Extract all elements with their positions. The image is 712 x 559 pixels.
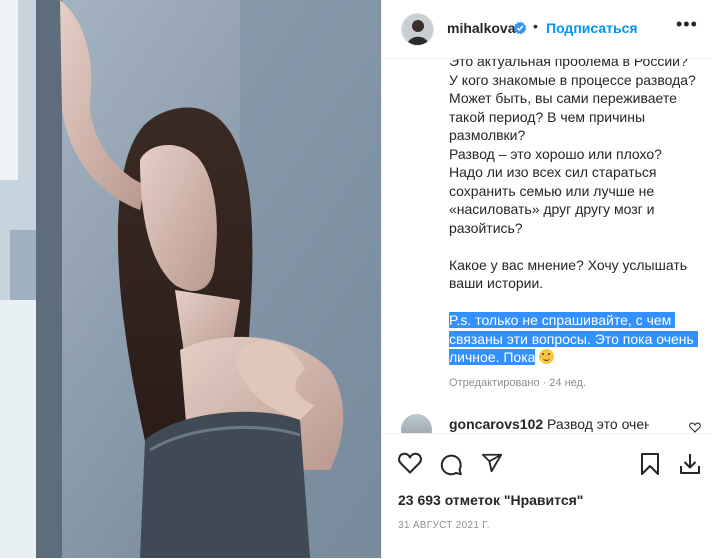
caption-selected-text: P.s. только не спрашивайте, с чем связан… (449, 312, 698, 365)
comment: goncarovs102 Развод это очень (449, 416, 649, 432)
heart-icon[interactable] (398, 452, 422, 474)
post-header: mihalkova • Подписаться ••• (382, 0, 712, 59)
likes-count[interactable]: 23 693 отметок "Нравится" (398, 492, 583, 508)
download-icon[interactable] (679, 452, 701, 476)
comment-icon[interactable] (439, 452, 463, 476)
post-photo[interactable] (0, 0, 381, 558)
comment-text: Развод это очень (543, 416, 649, 432)
caption-text: Это актуальная проблема в России? У кого… (449, 53, 696, 291)
follow-button[interactable]: Подписаться (546, 20, 638, 36)
separator-dot: • (533, 18, 538, 34)
share-icon[interactable] (481, 452, 503, 474)
comment-heart-icon[interactable] (689, 422, 701, 433)
smiley-emoji (539, 349, 555, 364)
post-panel: mihalkova • Подписаться ••• Это актуальн… (381, 0, 712, 559)
save-icon[interactable] (640, 452, 660, 476)
action-bar: 23 693 отметок "Нравится" 31 АВГУСТ 2021… (382, 433, 712, 559)
post-caption: Это актуальная проблема в России? У кого… (449, 52, 698, 367)
more-icon[interactable]: ••• (676, 14, 698, 35)
username[interactable]: mihalkova (447, 20, 515, 36)
verified-icon (513, 21, 527, 35)
comment-username[interactable]: goncarovs102 (449, 416, 543, 432)
post-date[interactable]: 31 АВГУСТ 2021 Г. (398, 520, 490, 531)
avatar[interactable] (401, 13, 434, 46)
edited-timestamp[interactable]: Отредактировано · 24 нед. (449, 377, 586, 389)
photo-illustration (0, 0, 381, 558)
